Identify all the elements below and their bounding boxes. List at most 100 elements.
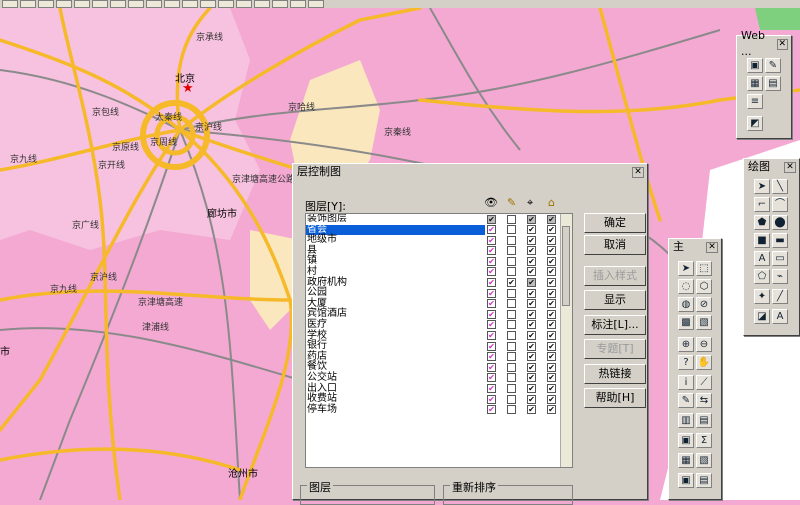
layer-row[interactable]: 公交站 xyxy=(306,372,572,384)
zoom-in-icon[interactable]: ⊕ xyxy=(678,337,694,352)
frame-tool-button[interactable]: ▭ xyxy=(772,251,788,266)
info-icon[interactable]: i xyxy=(678,375,694,390)
close-icon[interactable]: ✕ xyxy=(632,166,644,178)
hotlink-button[interactable]: 热链接 xyxy=(584,364,646,384)
layer-checkbox[interactable] xyxy=(487,267,496,277)
polygon-tool-button[interactable]: ⬟ xyxy=(754,215,770,230)
toolbar-button[interactable] xyxy=(38,0,54,8)
text-tool-button[interactable]: A xyxy=(754,251,770,266)
layer-checkbox[interactable] xyxy=(527,394,536,404)
toolbar-button[interactable] xyxy=(74,0,90,8)
close-icon[interactable]: ✕ xyxy=(776,38,788,50)
layer-checkbox[interactable] xyxy=(527,278,536,288)
layer-row[interactable]: 装饰图层 xyxy=(306,214,572,225)
boundary-select-button[interactable]: ◍ xyxy=(678,297,694,312)
layer-checkbox[interactable] xyxy=(487,341,496,351)
layer-checkbox[interactable] xyxy=(547,331,556,341)
layer-checkbox[interactable] xyxy=(487,405,496,415)
ok-button[interactable]: 确定 xyxy=(584,213,646,233)
layer-checkbox[interactable] xyxy=(527,384,536,393)
layer-checkbox[interactable] xyxy=(487,299,496,309)
layer-checkbox[interactable] xyxy=(487,373,496,383)
help-button[interactable]: 帮助[H] xyxy=(584,388,646,408)
layer-checkbox[interactable] xyxy=(487,352,496,362)
layer-checkbox[interactable] xyxy=(547,394,556,404)
layer-checkbox[interactable] xyxy=(547,246,556,256)
layer-checkbox[interactable] xyxy=(527,235,536,245)
layer-checkbox[interactable] xyxy=(507,362,516,372)
layer-checkbox[interactable] xyxy=(487,225,496,235)
invert-select-button[interactable]: ▩ xyxy=(678,315,694,330)
label-button[interactable]: 标注[L]... xyxy=(584,315,646,335)
web-tool-button[interactable]: ◩ xyxy=(747,116,763,131)
layer-checkbox[interactable] xyxy=(527,246,536,256)
layer-checkbox[interactable] xyxy=(547,278,556,288)
layer-checkbox[interactable] xyxy=(507,225,516,235)
layer-checkbox[interactable] xyxy=(487,362,496,372)
drag-window-icon[interactable]: ⇆ xyxy=(696,393,712,408)
clip-region-icon[interactable]: ▦ xyxy=(678,453,694,468)
layer-row[interactable]: 出入口 xyxy=(306,383,572,395)
close-icon[interactable]: ✕ xyxy=(706,241,718,253)
layer-checkbox[interactable] xyxy=(527,331,536,341)
layer-checkbox[interactable] xyxy=(487,214,496,224)
layer-checkbox[interactable] xyxy=(507,299,516,309)
layer-checkbox[interactable] xyxy=(487,384,496,393)
toolbar-button[interactable] xyxy=(92,0,108,8)
region-style-button[interactable]: ◪ xyxy=(754,309,770,324)
layer-checkbox[interactable] xyxy=(507,384,516,393)
layer-checkbox[interactable] xyxy=(527,352,536,362)
layer-checkbox[interactable] xyxy=(507,256,516,266)
layer-checkbox[interactable] xyxy=(487,278,496,288)
layer-checkbox[interactable] xyxy=(507,405,516,415)
layer-checkbox[interactable] xyxy=(487,235,496,245)
change-view-icon[interactable]: ? xyxy=(678,355,694,370)
add-node-tool-button[interactable]: ⌁ xyxy=(772,269,788,284)
web-tool-button[interactable]: ✎ xyxy=(765,58,781,73)
hotlink-icon[interactable]: ⟋ xyxy=(696,375,712,390)
toolbar-button[interactable] xyxy=(290,0,306,8)
layer-checkbox[interactable] xyxy=(527,267,536,277)
layer-checkbox[interactable] xyxy=(527,288,536,298)
layer-row[interactable]: 公园 xyxy=(306,288,572,299)
layer-checkbox[interactable] xyxy=(507,320,516,330)
layer-row[interactable]: 银行 xyxy=(306,341,572,352)
zoom-out-icon[interactable]: ⊖ xyxy=(696,337,712,352)
layer-checkbox[interactable] xyxy=(527,373,536,383)
layer-checkbox[interactable] xyxy=(487,256,496,266)
layer-checkbox[interactable] xyxy=(527,362,536,372)
graph-select-button[interactable]: ▧ xyxy=(696,315,712,330)
radius-select-button[interactable]: ◌ xyxy=(678,279,694,294)
layer-checkbox[interactable] xyxy=(487,320,496,330)
layer-checkbox[interactable] xyxy=(487,394,496,404)
toolbar-button[interactable] xyxy=(146,0,162,8)
layer-checkbox[interactable] xyxy=(507,278,516,288)
layer-checkbox[interactable] xyxy=(527,405,536,415)
unselect-button[interactable]: ⊘ xyxy=(696,297,712,312)
toolbar-button[interactable] xyxy=(2,0,18,8)
layer-checkbox[interactable] xyxy=(487,246,496,256)
layer-checkbox[interactable] xyxy=(547,256,556,266)
layer-checkbox[interactable] xyxy=(547,299,556,309)
legend-icon[interactable]: ▤ xyxy=(696,413,712,428)
layer-checkbox[interactable] xyxy=(547,341,556,351)
layer-checkbox[interactable] xyxy=(507,309,516,319)
ellipse-tool-button[interactable]: ⬤ xyxy=(772,215,788,230)
reshape-tool-button[interactable]: ⬠ xyxy=(754,269,770,284)
toolbar-button[interactable] xyxy=(110,0,126,8)
layer-row[interactable]: 餐饮 xyxy=(306,362,572,373)
statistics-icon[interactable]: Σ xyxy=(696,433,712,448)
layer-checkbox[interactable] xyxy=(507,394,516,404)
select-arrow-button[interactable]: ➤ xyxy=(678,261,694,276)
hand-icon[interactable]: ✋ xyxy=(696,355,712,370)
toolbar-button[interactable] xyxy=(254,0,270,8)
layer-checkbox[interactable] xyxy=(507,235,516,245)
layer-row[interactable]: 收费站 xyxy=(306,393,572,405)
symbol-style-button[interactable]: ✦ xyxy=(754,289,770,304)
display-button[interactable]: 显示 xyxy=(584,290,646,310)
layer-checkbox[interactable] xyxy=(487,331,496,341)
layer-checkbox[interactable] xyxy=(547,320,556,330)
layer-checkbox[interactable] xyxy=(507,341,516,351)
rectangle-tool-button[interactable]: ■ xyxy=(754,233,770,248)
web-tool-button[interactable]: ▤ xyxy=(765,76,781,91)
